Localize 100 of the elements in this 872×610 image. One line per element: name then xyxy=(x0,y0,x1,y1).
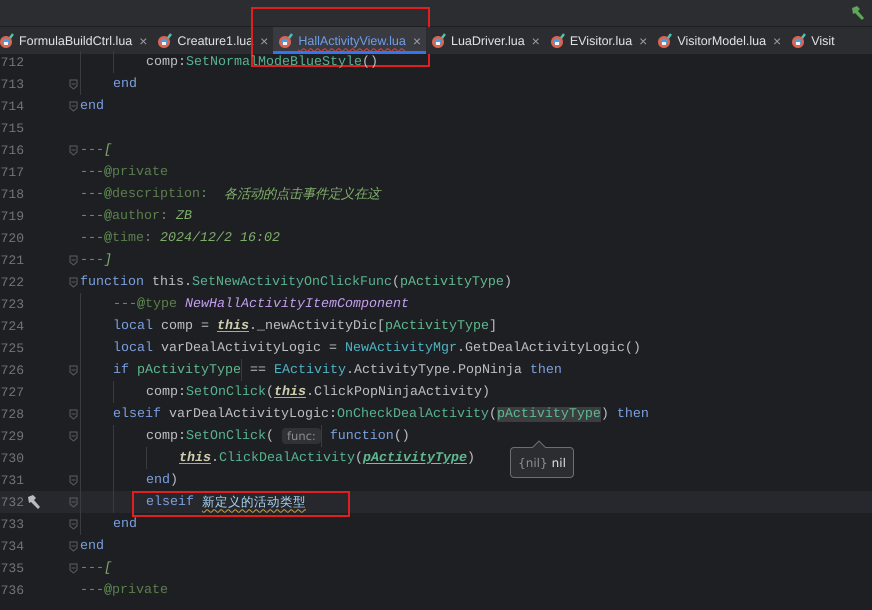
code-token: [ xyxy=(104,560,112,576)
code-token: ( xyxy=(392,274,400,290)
fold-icon[interactable] xyxy=(68,474,78,486)
line-number: 727 xyxy=(0,384,24,400)
code-token: pActivityType xyxy=(384,318,489,334)
fold-icon[interactable] xyxy=(68,408,78,420)
code-token: elseif xyxy=(146,494,195,510)
fold-icon[interactable] xyxy=(68,144,78,156)
code-token: ] xyxy=(104,252,112,268)
code-token: ) xyxy=(504,274,512,290)
lua-file-icon xyxy=(550,32,566,48)
line-number: 722 xyxy=(0,274,24,290)
fold-icon[interactable] xyxy=(68,496,78,508)
code-token: .GetDealActivityLogic() xyxy=(456,340,641,356)
code-token: NewActivityMgr xyxy=(344,340,457,356)
code-token: this xyxy=(217,318,249,334)
lua-file-icon xyxy=(0,32,15,48)
code-token: end xyxy=(146,472,170,488)
fold-icon[interactable] xyxy=(68,540,78,552)
code-token: : xyxy=(160,208,169,224)
code-token: this xyxy=(274,384,306,400)
code-token: ---@ xyxy=(80,230,112,246)
code-token: ( xyxy=(354,450,363,466)
close-icon[interactable]: × xyxy=(412,32,421,48)
code-token: comp: xyxy=(146,54,186,70)
fold-icon[interactable] xyxy=(68,276,78,288)
code-token: SetOnClick xyxy=(186,384,266,400)
line-number: 714 xyxy=(0,98,24,114)
line-number: 718 xyxy=(0,186,24,202)
fold-icon[interactable] xyxy=(68,430,78,442)
code-token: ] xyxy=(488,318,497,334)
code-token: ) xyxy=(600,406,610,422)
code-token: author xyxy=(112,208,160,224)
line-number: 713 xyxy=(0,76,24,92)
lua-file-icon xyxy=(278,32,294,48)
code-token: .ClickPopNinjaActivity) xyxy=(306,384,490,400)
code-token: --- xyxy=(80,252,104,268)
line-number: 728 xyxy=(0,406,24,422)
line-number: 731 xyxy=(0,472,24,488)
code-token: this. xyxy=(152,274,192,290)
close-icon[interactable]: × xyxy=(260,32,268,48)
code-token: 2024/12/2 16:02 xyxy=(160,230,280,246)
close-icon[interactable]: × xyxy=(139,32,148,48)
parameter-hint: func: xyxy=(282,428,321,444)
code-token: this xyxy=(179,450,211,466)
fold-icon[interactable] xyxy=(68,562,78,574)
editor-tab[interactable]: HallActivityView.lua × xyxy=(273,27,426,54)
line-number: 716 xyxy=(0,142,24,158)
fold-icon[interactable] xyxy=(68,518,78,530)
fold-icon[interactable] xyxy=(68,364,78,376)
code-token: EActivity xyxy=(274,362,346,378)
code-token: ) xyxy=(466,450,475,466)
code-token: end xyxy=(80,98,104,114)
code-token: local xyxy=(113,318,154,334)
code-token: end xyxy=(113,516,137,532)
code-token: 各活动的点击事件定义在这 xyxy=(224,186,380,203)
fold-icon[interactable] xyxy=(68,78,78,90)
code-token: comp: xyxy=(146,384,186,400)
code-token: private xyxy=(112,582,168,598)
code-token: ) xyxy=(170,472,178,488)
lua-file-icon xyxy=(431,32,447,48)
code-token: ZB xyxy=(176,208,192,224)
code-token: ._newActivityDic[ xyxy=(249,318,385,334)
code-token: if xyxy=(113,362,130,378)
line-number: 732 xyxy=(0,494,24,510)
code-token: ---@ xyxy=(80,208,112,224)
code-token: description xyxy=(112,186,200,202)
code-token: : xyxy=(200,186,209,202)
lua-file-icon xyxy=(791,32,808,48)
line-number: 721 xyxy=(0,252,24,268)
code-token: comp = xyxy=(161,318,210,334)
code-token: pActivityType xyxy=(137,362,241,378)
code-token: ( xyxy=(266,428,275,444)
code-token: .ActivityType.PopNinja xyxy=(346,362,523,378)
code-token: : xyxy=(144,230,153,246)
line-number: 730 xyxy=(0,450,24,466)
code-token: . xyxy=(211,450,219,466)
code-token: ( xyxy=(266,384,274,400)
close-icon[interactable]: × xyxy=(532,32,540,48)
code-token: SetNewActivityOnClickFunc xyxy=(192,274,392,290)
line-number: 729 xyxy=(0,428,24,444)
line-number: 725 xyxy=(0,340,24,356)
code-token: NewHallActivityItemComponent xyxy=(185,296,409,312)
code-token: 新定义的活动类型 xyxy=(202,494,306,510)
code-token: varDealActivityLogic = xyxy=(161,340,338,356)
hammer-icon xyxy=(850,5,866,21)
close-icon[interactable]: × xyxy=(639,32,648,48)
line-number: 735 xyxy=(0,560,24,576)
fold-icon[interactable] xyxy=(68,100,78,112)
line-number: 734 xyxy=(0,538,24,554)
code-token: SetOnClick xyxy=(186,428,266,444)
code-token: varDealActivityLogic: xyxy=(169,406,337,422)
fold-icon[interactable] xyxy=(68,254,78,266)
code-token: then xyxy=(530,362,562,378)
close-icon[interactable]: × xyxy=(773,32,782,48)
code-token: time xyxy=(112,230,144,246)
line-number: 726 xyxy=(0,362,24,378)
code-token: --- xyxy=(80,142,104,158)
code-token: type xyxy=(145,296,178,312)
code-token: pActivityType xyxy=(400,274,504,290)
